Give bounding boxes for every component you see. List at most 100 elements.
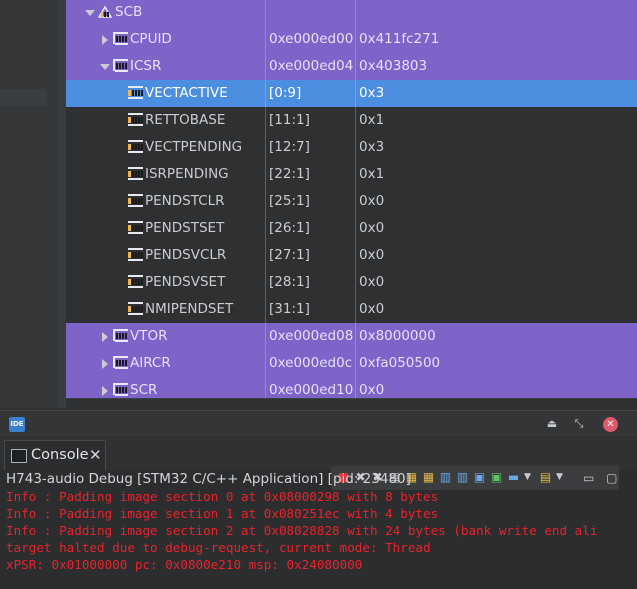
register-row-icsr[interactable]: ICSR 0xe000ed04 0x403803 (66, 53, 637, 80)
console-tab-row: Console ✕ ■ ✖ ✖ ▤ ▦ ▦ ▥ ▥ ▣ ▣ ▬ ▼ ▤ ▼ ▭ … (0, 438, 637, 490)
register-row-vtor[interactable]: VTOR 0xe000ed08 0x8000000 (66, 323, 637, 350)
field-row-pendstclr[interactable]: PENDSTCLR [25:1] 0x0 (66, 188, 637, 215)
register-row-cpuid[interactable]: CPUID 0xe000ed00 0x411fc271 (66, 26, 637, 53)
console-panel: IDE ⏏ ⤡ ✕ Console ✕ ■ ✖ ✖ ▤ ▦ ▦ ▥ ▥ ▣ ▣ … (0, 410, 637, 589)
field-row-vectactive[interactable]: VECTACTIVE [0:9] 0x3 (66, 80, 637, 107)
console-icon (11, 449, 27, 463)
field-bits: [28:1] (269, 274, 310, 290)
close-window-button[interactable]: ✕ (603, 417, 618, 432)
field-row-rettobase[interactable]: RETTOBASE [11:1] 0x1 (66, 107, 637, 134)
console-output[interactable]: H743-audio Debug [STM32 C/C++ Applicatio… (6, 471, 637, 573)
column-separator[interactable] (265, 0, 266, 398)
field-row-vectpending[interactable]: VECTPENDING [12:7] 0x3 (66, 134, 637, 161)
field-row-isrpending[interactable]: ISRPENDING [22:1] 0x1 (66, 161, 637, 188)
register-name: VTOR (130, 328, 168, 344)
console-titlebar: IDE ⏏ ⤡ ✕ (0, 411, 637, 437)
register-name: SCR (130, 382, 158, 398)
left-panel-selection (0, 89, 47, 106)
register-row-scr[interactable]: SCR 0xe000ed10 0x0 (66, 377, 637, 398)
field-name: ISRPENDING (145, 166, 229, 182)
registers-panel: SCB CPUID 0xe000ed00 0x411fc271 ICSR 0xe… (0, 0, 637, 409)
field-value: 0x3 (359, 85, 385, 101)
field-row-pendsvclr[interactable]: PENDSVCLR [27:1] 0x0 (66, 242, 637, 269)
tab-console[interactable]: Console ✕ (4, 440, 106, 470)
bitfield-icon (128, 275, 143, 288)
register-value: 0x411fc271 (359, 31, 440, 47)
field-bits: [0:9] (269, 85, 302, 101)
field-name: RETTOBASE (145, 112, 226, 128)
register-icon (113, 383, 128, 396)
field-value: 0x0 (359, 247, 385, 263)
register-value: 0x0 (359, 382, 385, 398)
console-line: Info : Padding image section 2 at 0x0802… (6, 523, 598, 538)
collapse-arrow-icon[interactable] (85, 10, 95, 16)
expand-arrow-icon[interactable] (102, 332, 108, 342)
register-name: AIRCR (130, 355, 171, 371)
register-address: 0xe000ed00 (269, 31, 354, 47)
register-name: SCB (115, 4, 143, 20)
field-name: NMIPENDSET (145, 301, 234, 317)
field-value: 0x0 (359, 301, 385, 317)
bitfield-icon (128, 113, 143, 126)
register-icon (113, 329, 128, 342)
console-line: Info : Padding image section 0 at 0x0800… (6, 489, 439, 504)
register-address: 0xe000ed0c (269, 355, 353, 371)
field-value: 0x0 (359, 220, 385, 236)
register-value: 0xfa050500 (359, 355, 441, 371)
restore-window-icon[interactable]: ⤡ (572, 417, 586, 431)
field-bits: [22:1] (269, 166, 310, 182)
ide-logo-icon: IDE (9, 417, 25, 432)
register-icon (113, 32, 128, 45)
register-row-aircr[interactable]: AIRCR 0xe000ed0c 0xfa050500 (66, 350, 637, 377)
registers-tree[interactable]: SCB CPUID 0xe000ed00 0x411fc271 ICSR 0xe… (66, 0, 637, 398)
field-bits: [27:1] (269, 247, 310, 263)
console-line: target halted due to debug-request, curr… (6, 540, 431, 555)
register-name: CPUID (130, 31, 172, 47)
field-row-pendsvset[interactable]: PENDSVSET [28:1] 0x0 (66, 269, 637, 296)
register-value: 0x8000000 (359, 328, 436, 344)
register-row-scb[interactable]: SCB (66, 0, 637, 26)
field-row-nmipendset[interactable]: NMIPENDSET [31:1] 0x0 (66, 296, 637, 323)
bitfield-icon (128, 86, 143, 99)
left-panel-strip (0, 0, 58, 408)
console-header: H743-audio Debug [STM32 C/C++ Applicatio… (6, 471, 411, 487)
horizontal-scrollbar[interactable] (66, 398, 637, 409)
field-bits: [31:1] (269, 301, 310, 317)
collapse-arrow-icon[interactable] (100, 64, 110, 70)
panel-splitter[interactable] (58, 0, 66, 408)
field-name: PENDSVSET (145, 274, 226, 290)
field-name: PENDSTCLR (145, 193, 225, 209)
field-name: VECTPENDING (145, 139, 243, 155)
field-bits: [25:1] (269, 193, 310, 209)
field-value: 0x0 (359, 274, 385, 290)
bitfield-icon (128, 194, 143, 207)
bitfield-icon (128, 140, 143, 153)
tab-console-label: Console (31, 447, 89, 463)
register-name: ICSR (130, 58, 162, 74)
field-bits: [12:7] (269, 139, 310, 155)
tab-close-icon[interactable]: ✕ (89, 446, 102, 464)
field-row-pendstset[interactable]: PENDSTSET [26:1] 0x0 (66, 215, 637, 242)
register-icon (113, 356, 128, 369)
expand-arrow-icon[interactable] (102, 386, 108, 396)
column-separator[interactable] (355, 0, 356, 398)
field-name: PENDSVCLR (145, 247, 227, 263)
bitfield-icon (128, 221, 143, 234)
field-bits: [11:1] (269, 112, 310, 128)
register-address: 0xe000ed08 (269, 328, 354, 344)
field-value: 0x1 (359, 112, 385, 128)
bitfield-icon (128, 167, 143, 180)
register-address: 0xe000ed10 (269, 382, 354, 398)
console-line: xPSR: 0x01000000 pc: 0x0800e210 msp: 0x2… (6, 557, 363, 572)
register-value: 0x403803 (359, 58, 428, 74)
field-name: PENDSTSET (145, 220, 225, 236)
field-value: 0x0 (359, 193, 385, 209)
bitfield-icon (128, 302, 143, 315)
expand-arrow-icon[interactable] (102, 35, 108, 45)
field-name: VECTACTIVE (145, 85, 228, 101)
minimize-window-icon[interactable]: ⏏ (545, 417, 559, 431)
register-address: 0xe000ed04 (269, 58, 354, 74)
field-value: 0x3 (359, 139, 385, 155)
expand-arrow-icon[interactable] (102, 359, 108, 369)
field-value: 0x1 (359, 166, 385, 182)
